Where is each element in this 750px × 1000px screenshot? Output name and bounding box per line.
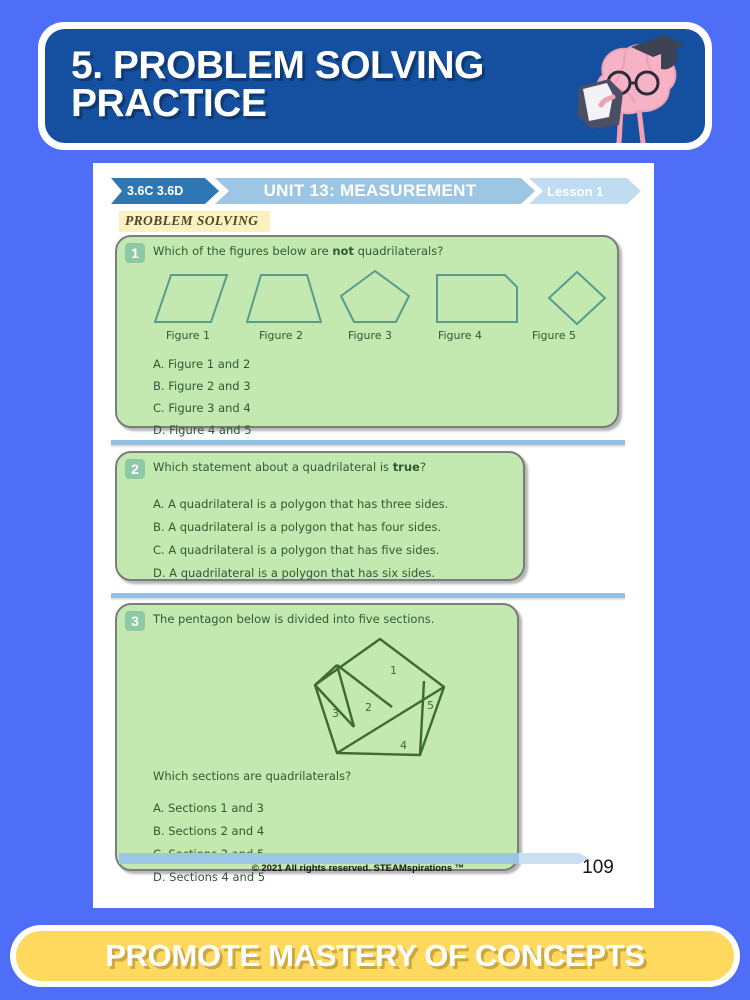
figure-label-2: Figure 2 xyxy=(258,329,304,342)
section-label-5: 5 xyxy=(427,699,434,712)
bottom-banner-text: Promote Mastery of Concepts xyxy=(105,938,645,973)
footer-copyright: © 2021 All rights reserved. STEAMspirati… xyxy=(251,863,465,874)
section-label-4: 4 xyxy=(400,739,407,752)
question-number-1: 1 xyxy=(125,243,145,263)
unit-ribbon: 3.6C 3.6D UNIT 13: MEASUREMENT Lesson 1 xyxy=(111,178,641,204)
question-card-2: 2 Which statement about a quadrilateral … xyxy=(115,451,525,581)
q2-stem-before: Which statement about a quadrilateral is xyxy=(153,460,393,474)
figure-5-diamond xyxy=(547,270,607,326)
section-label-1: 1 xyxy=(390,664,397,677)
unit-title: UNIT 13: MEASUREMENT xyxy=(215,178,535,204)
figure-label-1: Figure 1 xyxy=(165,329,211,342)
question-card-1: 1 Which of the figures below are not qua… xyxy=(115,235,619,437)
question-stem-2: Which statement about a quadrilateral is… xyxy=(153,460,513,475)
figure-1-parallelogram xyxy=(153,274,229,323)
worksheet-page: 3.6C 3.6D UNIT 13: MEASUREMENT Lesson 1 … xyxy=(93,163,654,908)
question-number-2: 2 xyxy=(125,459,145,479)
standards-badge: 3.6C 3.6D xyxy=(111,178,219,204)
figure-3-pentagon xyxy=(339,269,411,323)
pentagon-divided-diagram: 1 2 3 4 5 xyxy=(313,637,446,757)
question-number-3: 3 xyxy=(125,611,145,631)
question-stem-3: The pentagon below is divided into five … xyxy=(153,612,507,627)
section-label-2: 2 xyxy=(365,701,372,714)
q2-stem-after: ? xyxy=(419,460,426,474)
figure-label-3: Figure 3 xyxy=(347,329,393,342)
q2-stem-bold: true xyxy=(392,460,420,474)
q2-choice-d[interactable]: D. A quadrilateral is a polygon that has… xyxy=(153,566,435,580)
top-banner-inner: 5. Problem Solving Practice xyxy=(45,29,705,143)
footer-page-number: 109 xyxy=(582,857,614,878)
q1-choice-b[interactable]: B. Figure 2 and 3 xyxy=(153,379,251,393)
q2-choice-a[interactable]: A. A quadrilateral is a polygon that has… xyxy=(153,497,448,511)
q2-choice-b[interactable]: B. A quadrilateral is a polygon that has… xyxy=(153,520,441,534)
q1-choice-d[interactable]: D. Figure 4 and 5 xyxy=(153,423,252,437)
q3-choice-a[interactable]: A. Sections 1 and 3 xyxy=(153,801,264,815)
bottom-banner-inner: Promote Mastery of Concepts xyxy=(16,931,734,981)
q2-choice-c[interactable]: C. A quadrilateral is a polygon that has… xyxy=(153,543,439,557)
section-label-3: 3 xyxy=(332,707,339,720)
figure-4-cut-corner xyxy=(436,274,518,323)
q3-stem-before: The pentagon below is divided into five … xyxy=(153,612,435,626)
divider-2 xyxy=(111,593,625,598)
figure-label-5: Figure 5 xyxy=(531,329,577,342)
q1-stem-bold: not xyxy=(332,244,354,258)
brain-graduate-reading-icon xyxy=(577,35,685,143)
section-tag: PROBLEM SOLVING xyxy=(119,211,271,232)
question-stem-1: Which of the figures below are not quadr… xyxy=(153,244,607,259)
bottom-banner: Promote Mastery of Concepts xyxy=(10,925,740,987)
q1-choice-c[interactable]: C. Figure 3 and 4 xyxy=(153,401,251,415)
q1-choice-a[interactable]: A. Figure 1 and 2 xyxy=(153,357,250,371)
figures-row xyxy=(153,269,607,326)
q1-stem-before: Which of the figures below are xyxy=(153,244,333,258)
divider-1 xyxy=(111,440,625,445)
q3-choice-b[interactable]: B. Sections 2 and 4 xyxy=(153,824,264,838)
q3-sub-question: Which sections are quadrilaterals? xyxy=(153,769,352,783)
lesson-badge: Lesson 1 xyxy=(529,178,641,204)
page-title: 5. Problem Solving Practice xyxy=(71,44,484,125)
figure-label-4: Figure 4 xyxy=(437,329,483,342)
q1-stem-after: quadrilaterals? xyxy=(353,244,444,258)
question-card-3: 3 The pentagon below is divided into fiv… xyxy=(115,603,519,884)
figure-2-trapezoid xyxy=(245,274,323,323)
top-banner: 5. Problem Solving Practice xyxy=(38,22,712,150)
